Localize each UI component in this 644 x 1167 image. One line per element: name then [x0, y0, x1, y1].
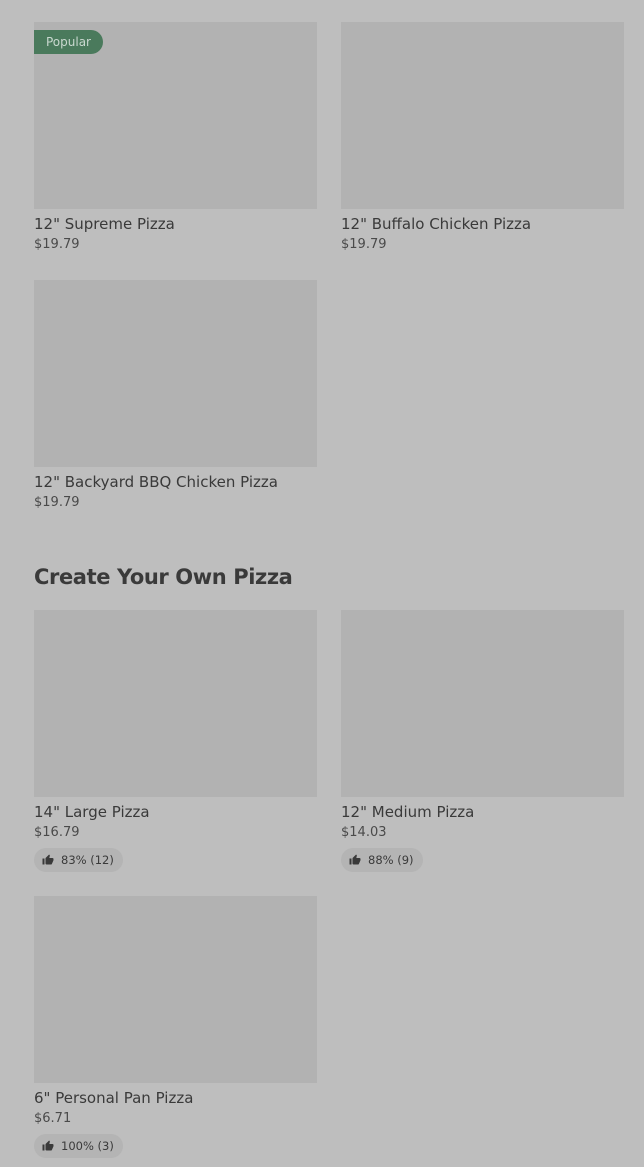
rating-pill: 88% (9): [341, 848, 423, 872]
item-price: $19.79: [341, 237, 387, 252]
item-name: 12" Supreme Pizza: [34, 215, 175, 233]
item-name: 12" Backyard BBQ Chicken Pizza: [34, 473, 278, 491]
item-image[interactable]: [34, 896, 317, 1083]
thumbs-up-icon: [349, 854, 361, 865]
section-title: Create Your Own Pizza: [34, 565, 293, 589]
item-name: 12" Medium Pizza: [341, 803, 475, 821]
item-price: $6.71: [34, 1111, 72, 1126]
rating-text: 88% (9): [368, 853, 414, 867]
item-image[interactable]: [341, 22, 624, 209]
thumbs-up-icon: [42, 854, 54, 865]
rating-text: 100% (3): [61, 1139, 114, 1153]
menu-item-card[interactable]: 12" Buffalo Chicken Pizza $19.79: [341, 22, 624, 253]
menu-item-card[interactable]: 12" Medium Pizza $14.03 88% (9): [341, 610, 624, 872]
item-image[interactable]: [34, 280, 317, 467]
menu-item-card[interactable]: 12" Backyard BBQ Chicken Pizza $19.79: [34, 280, 317, 511]
item-image[interactable]: Popular: [34, 22, 317, 209]
menu-item-card[interactable]: 14" Large Pizza $16.79 83% (12): [34, 610, 317, 872]
item-image[interactable]: [341, 610, 624, 797]
item-name: 12" Buffalo Chicken Pizza: [341, 215, 532, 233]
rating-pill: 100% (3): [34, 1134, 123, 1158]
item-name: 14" Large Pizza: [34, 803, 150, 821]
item-price: $19.79: [34, 237, 80, 252]
rating-text: 83% (12): [61, 853, 114, 867]
menu-item-card[interactable]: Popular 12" Supreme Pizza $19.79: [34, 22, 317, 253]
thumbs-up-icon: [42, 1140, 54, 1151]
item-name: 6" Personal Pan Pizza: [34, 1089, 194, 1107]
item-price: $14.03: [341, 825, 387, 840]
rating-pill: 83% (12): [34, 848, 123, 872]
popular-badge: Popular: [34, 30, 103, 54]
menu-item-card[interactable]: 6" Personal Pan Pizza $6.71 100% (3): [34, 896, 317, 1158]
item-image[interactable]: [34, 610, 317, 797]
item-price: $16.79: [34, 825, 80, 840]
item-price: $19.79: [34, 495, 80, 510]
